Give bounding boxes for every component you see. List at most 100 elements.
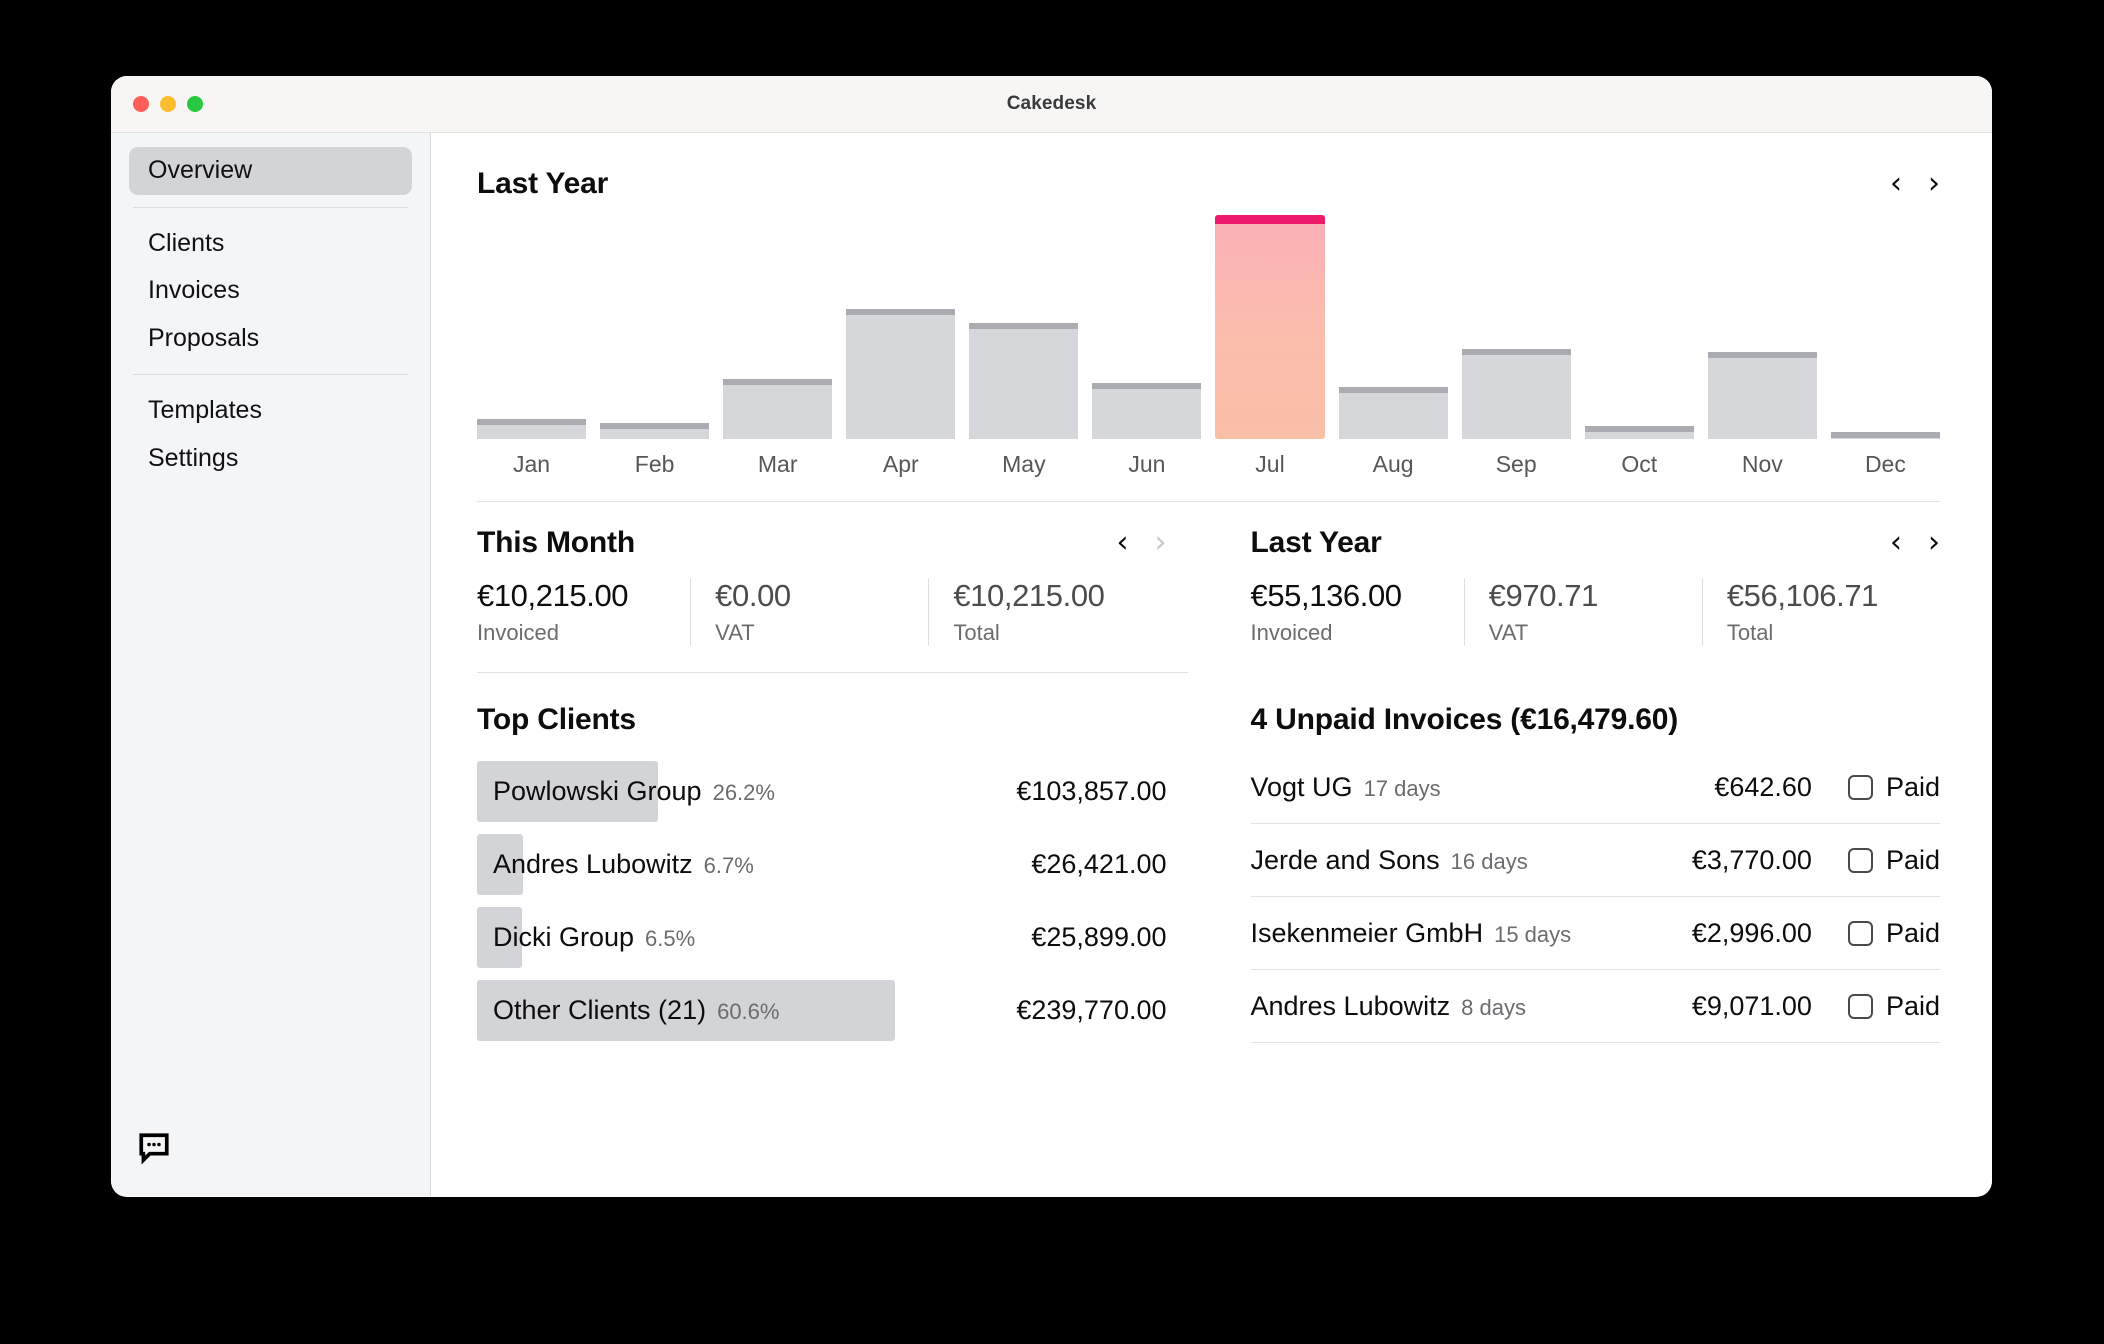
chart-next-button[interactable]: ›: [1928, 169, 1940, 199]
year-bar-chart: Jan Feb Mar Apr May Jun Jul Aug Sep Oct Nov Dec: [477, 215, 1940, 477]
sidebar-item-proposals[interactable]: Proposals: [129, 315, 412, 363]
last-year-panel: Last Year ‹ › €55,136.00 Invoiced €970.7…: [1209, 526, 1941, 646]
chart-x-axis-labels: Jan Feb Mar Apr May Jun Jul Aug Sep Oct Nov Dec: [477, 451, 1940, 478]
sidebar-item-clients[interactable]: Clients: [129, 220, 412, 268]
chart-bar-cap: [1707, 351, 1817, 358]
invoice-amount: €642.60: [1714, 771, 1812, 802]
chart-bar-column[interactable]: [1092, 215, 1202, 439]
client-row[interactable]: Powlowski Group 26.2% €103,857.00: [477, 755, 1167, 828]
sidebar-item-label: Overview: [148, 156, 253, 184]
stat-total: €10,215.00 Total: [928, 578, 1166, 646]
invoice-row[interactable]: Isekenmeier GmbH 15 days €2,996.00 Paid: [1250, 897, 1940, 970]
client-row-left: Powlowski Group 26.2%: [477, 776, 775, 807]
client-amount: €103,857.00: [1016, 776, 1167, 806]
divider-below-chart: [477, 501, 1940, 502]
paid-checkbox[interactable]: [1847, 993, 1873, 1019]
client-percentage: 6.7%: [703, 853, 754, 878]
client-row[interactable]: Andres Lubowitz 6.7% €26,421.00: [477, 828, 1167, 901]
stat-invoiced: €55,136.00 Invoiced: [1251, 578, 1464, 646]
invoice-row[interactable]: Andres Lubowitz 8 days €9,071.00 Paid: [1250, 970, 1940, 1043]
invoice-client-name: Jerde and Sons: [1250, 844, 1440, 875]
chart-month-label: Sep: [1495, 451, 1537, 477]
divider-below-this-month: [477, 672, 1188, 673]
chart-bar-column[interactable]: [1461, 215, 1571, 439]
minimize-window-button[interactable]: [160, 96, 176, 112]
stat-value: €10,215.00: [953, 578, 1105, 613]
invoice-paid-control[interactable]: Paid: [1847, 772, 1940, 803]
chart-bar[interactable]: [969, 322, 1079, 439]
maximize-window-button[interactable]: [187, 96, 203, 112]
chat-bubble-icon[interactable]: [137, 1133, 171, 1169]
sidebar-item-label: Invoices: [148, 276, 240, 304]
last-year-prev-button[interactable]: ‹: [1890, 528, 1902, 558]
invoice-client-name: Andres Lubowitz: [1250, 990, 1451, 1021]
invoice-row[interactable]: Jerde and Sons 16 days €3,770.00 Paid: [1250, 824, 1940, 897]
stat-value: €0.00: [715, 578, 791, 613]
sidebar-divider-2: [133, 374, 408, 375]
sidebar-item-label: Templates: [148, 396, 262, 424]
chart-bar[interactable]: [1338, 387, 1448, 439]
chart-bar-cap: [600, 423, 710, 430]
chart-bar-column[interactable]: [1338, 215, 1448, 439]
sidebar-item-label: Proposals: [148, 323, 260, 352]
chart-bar-cap: [846, 309, 956, 316]
chart-bar[interactable]: [477, 418, 587, 439]
chart-bar[interactable]: [600, 423, 710, 439]
sidebar-item-overview[interactable]: Overview: [129, 147, 412, 195]
paid-checkbox[interactable]: [1847, 774, 1873, 800]
paid-checkbox[interactable]: [1847, 847, 1873, 873]
invoice-row-left: Jerde and Sons 16 days: [1251, 845, 1692, 876]
client-row[interactable]: Other Clients (21) 60.6% €239,770.00: [477, 974, 1167, 1047]
invoice-paid-control[interactable]: Paid: [1847, 991, 1940, 1022]
invoice-paid-control[interactable]: Paid: [1847, 918, 1940, 949]
client-amount: €26,421.00: [1031, 849, 1167, 879]
sidebar-item-templates[interactable]: Templates: [129, 387, 412, 435]
last-year-next-button[interactable]: ›: [1928, 528, 1940, 558]
chart-bar[interactable]: [1461, 349, 1571, 439]
top-clients-title: Top Clients: [477, 703, 636, 736]
this-month-stat-cells: €10,215.00 Invoiced €0.00 VAT €10,215.00…: [477, 578, 1167, 646]
chart-prev-button[interactable]: ‹: [1890, 169, 1902, 199]
chart-month-label: Mar: [757, 451, 798, 477]
chart-bar-highlighted[interactable]: [1215, 215, 1325, 439]
invoice-paid-control[interactable]: Paid: [1847, 845, 1940, 876]
chart-bar[interactable]: [1830, 432, 1940, 439]
chart-bar[interactable]: [846, 309, 956, 439]
this-month-nav-arrows: ‹ ›: [1117, 528, 1167, 558]
chart-bar-column[interactable]: [846, 215, 956, 439]
chart-bar-cap: [477, 418, 587, 425]
chart-bar-cap: [1461, 349, 1571, 356]
chart-bar-column[interactable]: [1830, 215, 1940, 439]
this-month-prev-button[interactable]: ‹: [1117, 528, 1129, 558]
chart-month-label: Feb: [634, 451, 675, 477]
last-year-stat-cells: €55,136.00 Invoiced €970.71 VAT €56,106.…: [1251, 578, 1941, 646]
client-amount: €239,770.00: [1016, 995, 1167, 1025]
client-row[interactable]: Dicki Group 6.5% €25,899.00: [477, 901, 1167, 974]
chart-bar-column[interactable]: [1215, 215, 1325, 439]
client-percentage: 60.6%: [717, 999, 780, 1024]
traffic-light-controls: [133, 96, 203, 112]
stat-label: Invoiced: [1250, 620, 1333, 645]
paid-checkbox[interactable]: [1847, 920, 1873, 946]
sidebar: Overview Clients Invoices Proposals Temp…: [111, 133, 431, 1196]
last-year-nav-arrows: ‹ ›: [1890, 528, 1940, 558]
chart-bar[interactable]: [1584, 425, 1694, 439]
chart-bar-column[interactable]: [1707, 215, 1817, 439]
chart-bar[interactable]: [1707, 351, 1817, 439]
invoice-row[interactable]: Vogt UG 17 days €642.60 Paid: [1250, 751, 1940, 824]
chart-month-label: Jan: [512, 451, 551, 477]
close-window-button[interactable]: [133, 96, 149, 112]
invoice-client-name: Vogt UG: [1250, 771, 1353, 802]
sidebar-item-invoices[interactable]: Invoices: [129, 267, 412, 315]
chart-bar-column[interactable]: [969, 215, 1079, 439]
window-titlebar: Cakedesk: [111, 76, 1992, 133]
chart-bar-column[interactable]: [723, 215, 833, 439]
chart-bar-column[interactable]: [477, 215, 587, 439]
sidebar-item-settings[interactable]: Settings: [129, 435, 412, 483]
chart-bar[interactable]: [1092, 383, 1202, 439]
this-month-next-button[interactable]: ›: [1155, 528, 1167, 558]
chart-bar-column[interactable]: [600, 215, 710, 439]
chart-bar[interactable]: [723, 378, 833, 439]
chart-bar-column[interactable]: [1584, 215, 1694, 439]
summary-stats-row: This Month ‹ › €10,215.00 Invoiced €0.00…: [477, 526, 1940, 646]
